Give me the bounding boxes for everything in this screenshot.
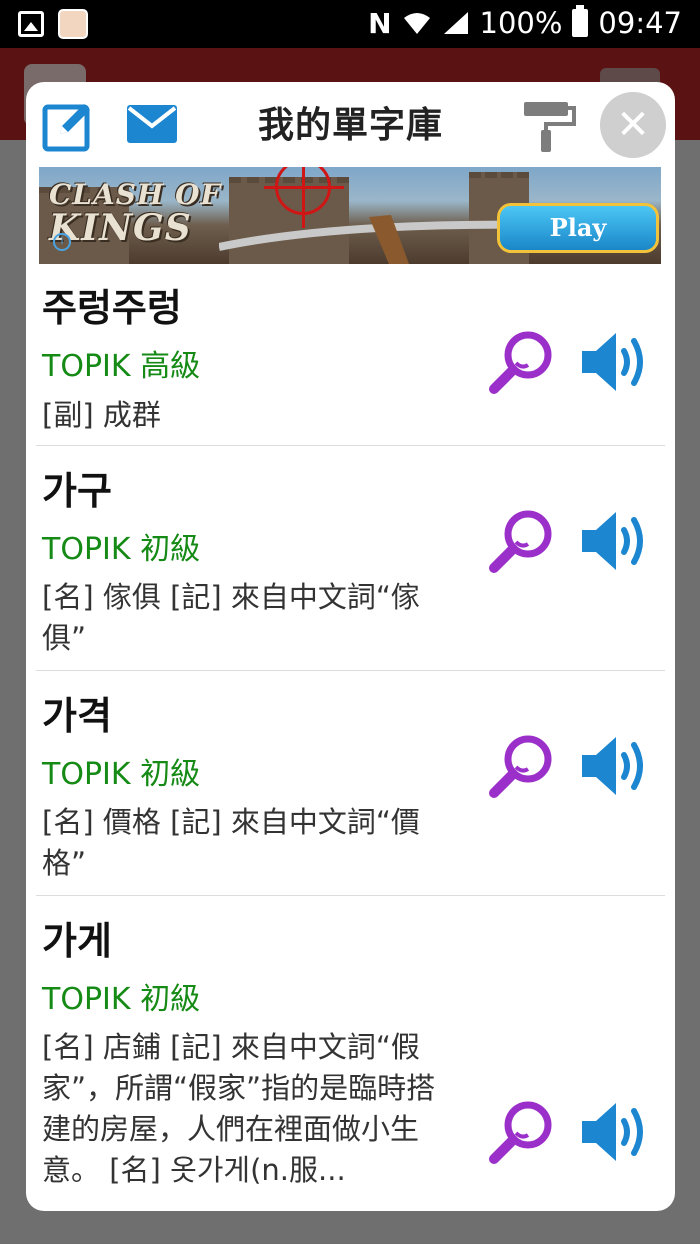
word-level: TOPIK 初級 — [42, 532, 201, 567]
battery-icon — [572, 5, 589, 37]
clock: 09:47 — [598, 6, 682, 40]
speaker-icon[interactable] — [578, 506, 650, 576]
close-button[interactable]: ✕ — [600, 92, 666, 158]
word-bank-dialog: 我的單字庫 ✕ CLASH OF KINGS i Play 주렁주렁 TOPIK… — [26, 82, 675, 1211]
word-text: 주렁주렁 — [42, 286, 182, 330]
word-level: TOPIK 初級 — [42, 757, 201, 792]
app-notification-icon — [58, 9, 88, 39]
close-icon: ✕ — [616, 102, 650, 148]
magnifier-icon[interactable] — [486, 731, 556, 801]
word-entry[interactable]: 주렁주렁 TOPIK 高級 [副] 成群 — [26, 265, 675, 446]
word-level: TOPIK 高級 — [42, 349, 201, 384]
signal-icon — [443, 12, 468, 34]
status-bar: N 100% 09:47 — [0, 0, 700, 48]
ad-info-icon[interactable]: i — [53, 233, 71, 251]
speaker-icon[interactable] — [578, 731, 650, 801]
magnifier-icon[interactable] — [486, 506, 556, 576]
ad-play-button[interactable]: Play — [497, 203, 659, 253]
word-definition: [副] 成群 — [42, 398, 161, 432]
word-level: TOPIK 初級 — [42, 982, 201, 1017]
magnifier-icon[interactable] — [486, 1097, 556, 1167]
word-text: 가게 — [42, 919, 112, 963]
paint-roller-icon[interactable] — [522, 98, 578, 154]
nfc-icon: N — [368, 6, 392, 40]
magnifier-icon[interactable] — [486, 327, 556, 397]
word-text: 가격 — [42, 694, 112, 738]
gallery-notification-icon — [18, 11, 44, 37]
word-definition: [名] 傢俱 [記] 來自中文詞“傢俱” — [42, 580, 420, 655]
ad-banner[interactable]: CLASH OF KINGS i Play — [39, 167, 661, 264]
status-notifications — [18, 9, 88, 39]
speaker-icon[interactable] — [578, 1097, 650, 1167]
battery-percent: 100% — [479, 6, 563, 40]
word-definition: [名] 店鋪 [記] 來自中文詞“假家”，所謂“假家”指的是臨時搭建的房屋，人們… — [42, 1030, 436, 1187]
ad-game-logo: CLASH OF KINGS — [49, 178, 222, 249]
word-entry[interactable]: 가구 TOPIK 初級 [名] 傢俱 [記] 來自中文詞“傢俱” — [26, 446, 675, 671]
word-text: 가구 — [42, 469, 112, 513]
dialog-header: 我的單字庫 ✕ — [26, 82, 675, 168]
word-entry[interactable]: 가게 TOPIK 初級 [名] 店鋪 [記] 來自中文詞“假家”，所謂“假家”指… — [26, 896, 675, 1211]
word-definition: [名] 價格 [記] 來自中文詞“價格” — [42, 805, 420, 880]
word-entry[interactable]: 가격 TOPIK 初級 [名] 價格 [記] 來自中文詞“價格” — [26, 671, 675, 896]
speaker-icon[interactable] — [578, 327, 650, 397]
status-indicators: N 100% 09:47 — [368, 5, 682, 40]
wifi-icon — [403, 13, 430, 34]
